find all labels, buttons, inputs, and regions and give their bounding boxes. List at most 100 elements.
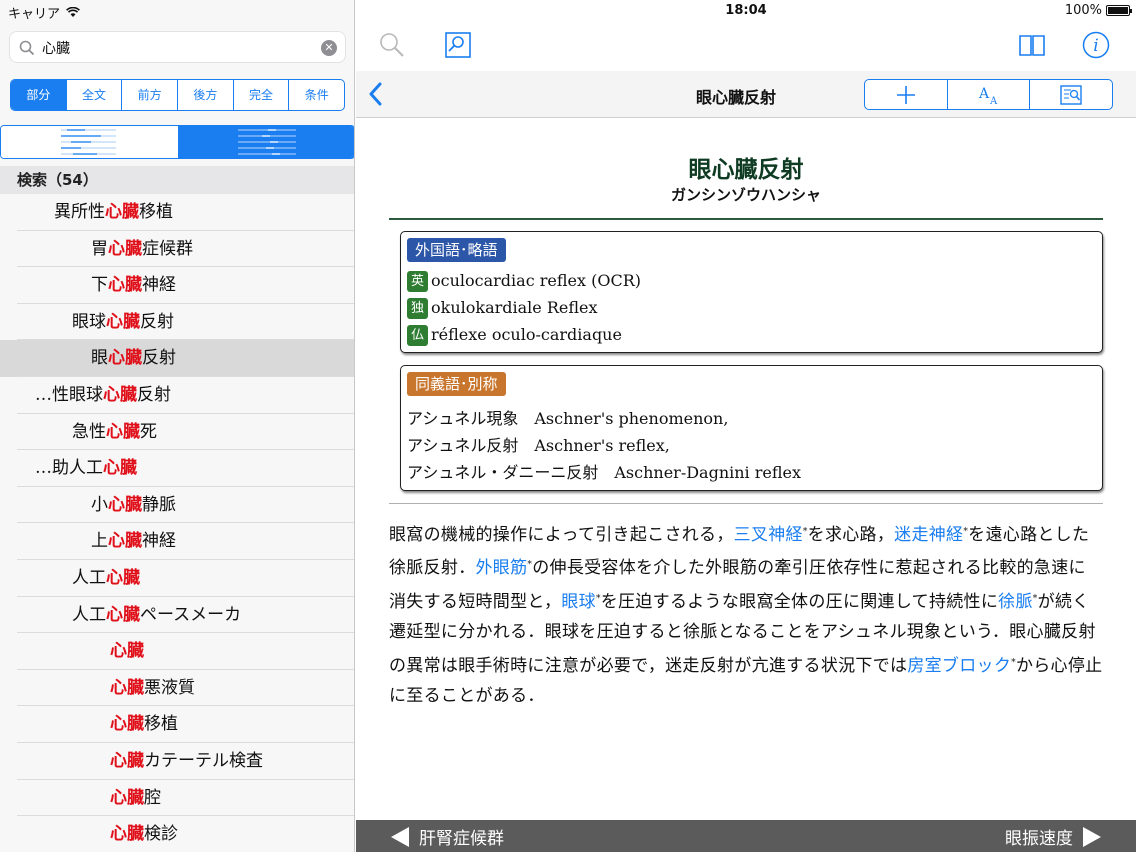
mode-exact[interactable]: 完全 [232,80,289,110]
result-row[interactable]: 急性心臓死 [0,414,354,451]
result-row[interactable]: 人工心臓 [0,560,354,597]
result-suffix: 神経 [142,531,176,552]
french-term: 仏 réflexe oculo-cardiaque [407,324,622,346]
result-suffix: 移植 [144,714,178,735]
result-row[interactable]: 下心臓神経 [0,267,354,304]
search-toolbar-icon[interactable] [378,31,406,63]
link-vagus-nerve[interactable]: 迷走神経 [894,525,963,545]
result-row[interactable]: 心臓 [0,633,354,670]
link-av-block[interactable]: 房室ブロック [907,656,1011,676]
result-row[interactable]: 上心臓神経 [0,523,354,560]
result-match: 心臓 [106,604,140,625]
result-prefix: …性眼球 [35,384,103,405]
result-label: 心臓カテーテル検査 [110,743,263,779]
result-row[interactable]: 眼球心臓反射 [0,304,354,341]
synonym-line: アシュネル現象 Aschner's phenomenon, [407,409,729,428]
result-label: 胃心臓症候群 [91,231,193,267]
list-view-toggle [0,125,354,159]
previous-entry-label: 肝腎症候群 [419,829,504,849]
synonym-line: アシュネル反射 Aschner's reflex, [407,436,670,455]
result-row[interactable]: …性眼球心臓反射 [0,377,354,414]
mode-condition[interactable]: 条件 [288,80,344,110]
next-entry-label: 眼振速度 [1005,829,1073,849]
search-input[interactable] [42,37,312,59]
result-suffix: 検診 [144,824,178,845]
lookup-toolbar-icon[interactable] [444,31,472,63]
clear-search-icon[interactable]: ✕ [321,40,337,56]
synonym-line: アシュネル・ダニーニ反射 Aschner-Dagnini reflex [407,463,802,482]
results-header: 検索（54） [0,166,354,194]
previous-entry-button[interactable]: 肝腎症候群 [391,824,504,849]
battery-percent: 100% [1064,3,1102,18]
german-term-text: okulokardiale Reflex [431,298,598,317]
french-term-text: réflexe oculo-cardiaque [431,325,622,344]
font-size-button[interactable]: AA [946,80,1030,109]
mode-prefix[interactable]: 前方 [121,80,177,110]
search-field[interactable]: ✕ [9,31,346,63]
result-row[interactable]: 眼心臓反射 [0,340,354,377]
german-badge: 独 [407,297,428,319]
battery-status: 100% [1064,3,1132,18]
flat-list-view-button[interactable] [1,126,178,158]
result-match: 心臓 [106,311,140,332]
link-extraocular-muscle[interactable]: 外眼筋 [476,558,528,578]
result-row[interactable]: 心臓移植 [0,706,354,743]
result-row[interactable]: 心臓腔 [0,780,354,817]
result-label: …性眼球心臓反射 [35,377,171,413]
result-label: 心臓 [110,633,144,669]
info-icon[interactable]: i [1082,31,1110,63]
result-row[interactable]: 心臓悪液質 [0,670,354,707]
svg-text:i: i [1093,36,1098,56]
foreign-terms-tag: 外国語･略語 [407,238,506,262]
tree-list-view-button[interactable] [177,126,354,158]
bookmark-book-icon[interactable] [1018,31,1046,63]
result-label: 眼心臓反射 [91,340,176,376]
result-match: 心臓 [103,384,137,405]
result-match: 心臓 [110,750,144,771]
result-row[interactable]: 心臓検診 [0,816,354,852]
result-row[interactable]: 心臓カテーテル検査 [0,743,354,780]
result-match: 心臓 [110,824,144,845]
result-label: 心臓移植 [110,706,178,742]
add-bookmark-button[interactable] [865,80,947,109]
search-icon [19,40,35,60]
result-row[interactable]: 異所性心臓移植 [0,194,354,231]
mode-partial[interactable]: 部分 [11,80,66,110]
flat-list-icon [61,129,116,155]
result-suffix: 静脈 [142,494,176,515]
svg-text:A: A [978,86,990,102]
mode-fulltext[interactable]: 全文 [65,80,122,110]
result-row[interactable]: 胃心臓症候群 [0,231,354,268]
result-label: 心臓悪液質 [110,670,195,706]
result-suffix: 神経 [142,275,176,296]
link-bradycardia[interactable]: 徐脈 [998,592,1033,612]
link-eyeball[interactable]: 眼球 [561,592,596,612]
tree-list-icon [237,129,296,155]
result-row[interactable]: 人工心臓ペースメーカ [0,597,354,634]
french-badge: 仏 [407,324,428,346]
mode-suffix[interactable]: 後方 [177,80,233,110]
english-badge: 英 [407,270,428,292]
result-row[interactable]: 小心臓静脈 [0,487,354,524]
body-text: を圧迫するような眼窩全体の圧に関連して持続性に [600,591,999,612]
detail-pane: 18:04 100% i 眼心臓反射 AA 眼心臓反射 ガンシンゾウハンシャ 外… [356,0,1136,852]
result-match: 心臓 [108,494,142,515]
battery-icon [1106,5,1132,16]
entry-actions: AA [864,79,1113,110]
previous-arrow-icon [391,826,409,847]
entry-content: 眼心臓反射 ガンシンゾウハンシャ 外国語･略語 英 oculocardiac r… [356,118,1136,820]
next-entry-button[interactable]: 眼振速度 [1005,824,1101,849]
body-text: を求心路， [807,525,895,545]
result-prefix: 上 [91,531,108,552]
font-size-icon: AA [978,86,998,106]
result-prefix: …助人工 [35,458,103,479]
result-label: 急性心臓死 [72,414,157,450]
result-suffix: 反射 [142,348,176,369]
result-match: 心臓 [108,238,142,259]
result-label: 人工心臓 [72,560,140,596]
search-in-entry-button[interactable] [1029,80,1112,109]
result-suffix: カテーテル検査 [144,750,263,771]
result-row[interactable]: …助人工心臓 [0,450,354,487]
status-bar-left: キャリア [8,3,80,22]
link-trigeminal-nerve[interactable]: 三叉神経 [734,525,803,545]
